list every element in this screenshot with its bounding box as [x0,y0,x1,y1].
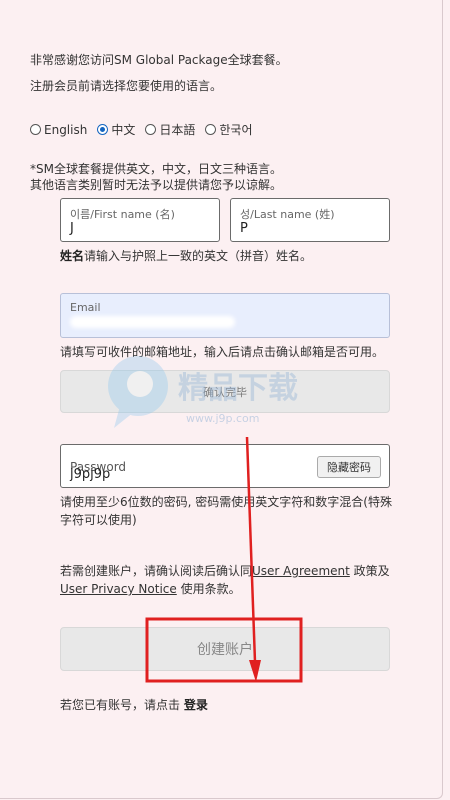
language-note-1: *SM全球套餐提供英文，中文，日文三种语言。 [30,162,282,176]
language-label-korean: 한국어 [219,123,253,137]
agreement-pre: 若需创建账户，请确认阅读后确认同 [60,564,253,578]
privacy-notice-link[interactable]: User Privacy Notice [60,582,177,596]
name-hint-text: 请输入与护照上一致的英文（拼音）姓名。 [84,249,313,263]
user-agreement-link[interactable]: User Agreement [252,564,350,578]
radio-english[interactable] [30,124,41,135]
password-hint-2: 字符可以使用) [60,513,137,527]
language-note-2: 其他语言类别暂时无法予以提供请您予以谅解。 [30,178,283,192]
confirm-email-button[interactable]: 确认完毕 [60,370,390,413]
login-prompt: 若您已有账号，请点击 登录 [60,697,208,713]
password-value[interactable]: j9pj9p [70,467,110,482]
language-option-english[interactable]: English [30,123,87,137]
intro-text-2: 注册会员前请选择您要使用的语言。 [30,79,223,93]
last-name-field[interactable]: 성/Last name (姓) P [230,198,390,242]
agreement-text-2: User Privacy Notice 使用条款。 [60,581,241,597]
password-field[interactable]: Password j9pj9p 隐藏密码 [60,444,390,488]
language-option-korean[interactable]: 한국어 [205,121,253,138]
email-field[interactable]: Email [60,293,390,338]
language-label-english: English [44,122,88,137]
password-hint-1: 请使用至少6位数的密码, 密码需使用英文字符和数字混合(特殊 [60,495,392,509]
name-hint: 姓名请输入与护照上一致的英文（拼音）姓名。 [60,248,312,264]
radio-korean[interactable] [205,124,217,135]
intro-text-1: 非常感谢您访问SM Global Package全球套餐。 [30,53,288,67]
first-name-field[interactable]: 이름/First name (名) J [60,198,220,242]
first-name-label: 이름/First name (名) [70,208,175,221]
login-link[interactable]: 登录 [184,698,208,712]
agreement-post: 使用条款。 [180,582,241,596]
login-prompt-text: 若您已有账号，请点击 [60,698,184,712]
email-value-redacted [70,316,235,328]
first-name-value[interactable]: J [70,221,74,236]
email-hint: 请填写可收件的邮箱地址，输入后请点击确认邮箱是否可用。 [60,345,385,359]
agreement-mid: 政策及 [353,564,390,578]
language-option-chinese[interactable]: 中文 [97,121,135,138]
hide-password-button[interactable]: 隐藏密码 [317,456,381,478]
name-hint-bold: 姓名 [60,249,85,263]
language-option-japanese[interactable]: 日本語 [145,121,195,138]
agreement-text-1: 若需创建账户，请确认阅读后确认同User Agreement 政策及 [60,563,390,579]
language-label-chinese: 中文 [111,123,136,137]
radio-japanese[interactable] [145,124,157,135]
last-name-value[interactable]: P [240,221,248,236]
create-account-button[interactable]: 创建账户 [60,627,390,671]
language-selector: English 中文 日本語 한국어 [30,121,253,138]
radio-chinese[interactable] [97,124,109,135]
last-name-label: 성/Last name (姓) [240,208,335,221]
email-label: Email [70,301,101,314]
language-label-japanese: 日本語 [159,123,196,137]
